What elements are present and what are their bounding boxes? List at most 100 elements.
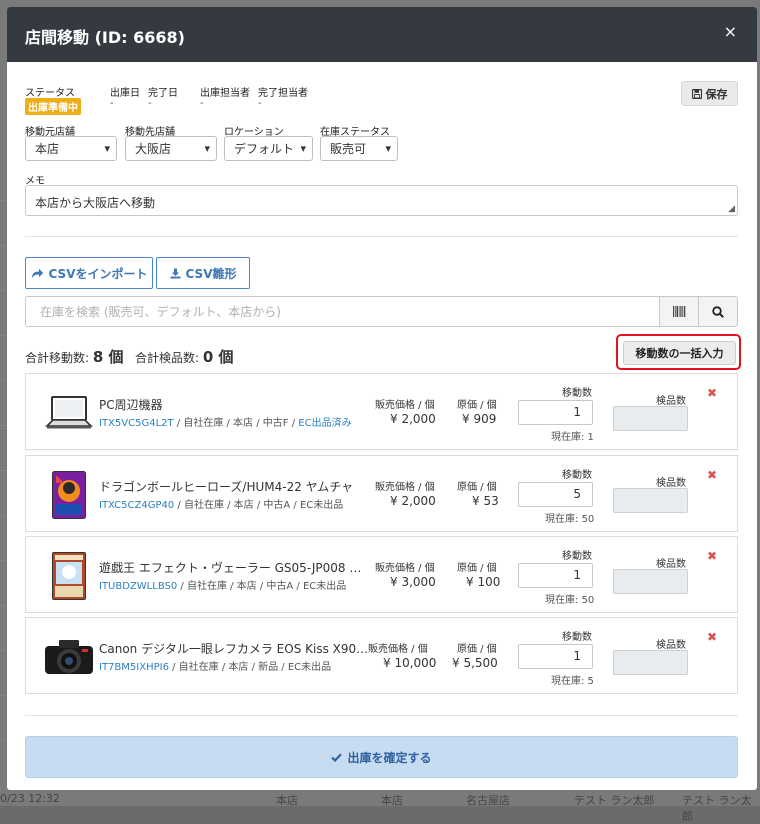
cost-label: 原価 / 個 [457,563,497,574]
price-label: 販売価格 / 個 [375,482,435,493]
memo-textarea[interactable]: 本店から大阪店へ移動 ◢ [25,185,738,216]
bulk-quantity-button[interactable]: 移動数の一括入力 [623,341,736,365]
inspect-quantity-input [613,650,688,675]
download-icon [170,268,181,278]
item-meta: ITXC5CZ4GP40 / 自社在庫 / 本店 / 中古A / EC未出品 [99,496,343,511]
delete-icon[interactable]: ✖ [707,468,717,482]
search-button[interactable] [698,296,738,327]
done-date-label: 完了日 [148,88,178,99]
qty-label: 移動数 [562,551,592,562]
item-cost: ¥ 100 [466,575,501,589]
item-price: ¥ 10,000 [383,656,437,670]
bg-bottom-row: 0/23 12:32 本店 本店 名古屋店 テスト ラン太郎 テスト ラン太郎 [0,790,760,823]
item-cost: ¥ 53 [472,494,499,508]
item-name: 遊戯王 エフェクト・ヴェーラー GS05-JP008 ノーマル [99,561,369,575]
inventory-search-input[interactable]: 在庫を検索 (販売可、デフォルト、本店から) [25,296,660,327]
modal-title: 店間移動 (ID: 6668) [25,28,185,47]
check-icon [331,752,343,762]
transfer-item-row: ドラゴンボールヒーローズ/HUM4-22 ヤムチャ ITXC5CZ4GP40 /… [25,455,738,532]
search-icon [712,305,724,318]
done-date-value: - [148,98,152,109]
chevron-down-icon: ▾ [204,142,210,155]
ship-staff-label: 出庫担当者 [200,88,250,99]
inspect-label: 検品数 [656,559,686,570]
cost-label: 原価 / 個 [457,644,497,655]
item-sku-link[interactable]: ITX5VC5G4L2T [99,418,174,429]
item-name: ドラゴンボールヒーローズ/HUM4-22 ヤムチャ [99,480,354,494]
csv-template-button[interactable]: CSV雛形 [156,257,250,289]
item-sku-link[interactable]: IT7BM5IXHPI6 [99,662,169,673]
barcode-icon [672,306,685,317]
move-quantity-input[interactable]: 1 [518,644,593,669]
item-sku-link[interactable]: ITUBDZWLLBS0 [99,581,177,592]
ship-date-label: 出庫日 [110,88,140,99]
location-select[interactable]: デフォルト ▾ [224,136,313,161]
to-store-value: 大阪店 [135,142,172,156]
resize-grip-icon[interactable]: ◢ [728,204,735,214]
delete-icon[interactable]: ✖ [707,386,717,400]
status-badge: 出庫準備中 [25,98,81,115]
item-price: ¥ 2,000 [390,412,436,426]
location-value: デフォルト [234,142,295,156]
item-meta: ITX5VC5G4L2T / 自社在庫 / 本店 / 中古F / EC出品済み [99,414,352,429]
trading-card-icon [44,470,94,520]
inspect-quantity-input [613,406,688,431]
cost-label: 原価 / 個 [457,482,497,493]
item-attrs: / 自社在庫 / 本店 / 新品 / EC未出品 [168,662,332,673]
qty-label: 移動数 [562,470,592,481]
share-arrow-icon [31,268,43,278]
current-stock: 現在庫: 50 [545,595,595,606]
chevron-down-icon: ▾ [104,142,110,155]
move-quantity-input[interactable]: 1 [518,563,593,588]
item-cost: ¥ 909 [462,412,497,426]
status-label: ステータス [25,88,75,99]
delete-icon[interactable]: ✖ [707,630,717,644]
item-name: PC周辺機器 [99,398,163,412]
section-divider [25,715,738,716]
confirm-shipment-label: 出庫を確定する [347,750,432,765]
close-icon[interactable]: × [724,22,737,41]
section-divider [25,236,738,237]
price-label: 販売価格 / 個 [368,644,428,655]
inspect-total-label: 合計検品数: [135,351,200,365]
from-store-select[interactable]: 本店 ▾ [25,136,117,161]
yugioh-card-icon [44,551,94,601]
item-attrs: / 自社在庫 / 本店 / 中古A / EC未出品 [177,581,347,592]
ship-date-value: - [110,98,114,109]
item-price: ¥ 2,000 [390,494,436,508]
csv-template-label: CSV雛形 [185,266,237,281]
move-quantity-input[interactable]: 1 [518,400,593,425]
move-quantity-input[interactable]: 5 [518,482,593,507]
save-button[interactable]: 保存 [681,81,738,106]
barcode-scan-button[interactable] [659,296,699,327]
save-button-label: 保存 [705,87,728,101]
item-price: ¥ 3,000 [390,575,436,589]
search-placeholder: 在庫を検索 (販売可、デフォルト、本店から) [40,305,281,319]
transfer-item-row: Canon デジタル一眼レフカメラ EOS Kiss X90 ... IT7BM… [25,617,738,694]
transfer-item-row: PC周辺機器 ITX5VC5G4L2T / 自社在庫 / 本店 / 中古F / … [25,373,738,450]
inspect-label: 検品数 [656,478,686,489]
current-stock: 現在庫: 1 [551,432,594,443]
done-staff-value: - [258,98,262,109]
bg-cell: 0/23 12:32 [0,792,60,805]
qty-label: 移動数 [562,632,592,643]
delete-icon[interactable]: ✖ [707,549,717,563]
to-store-select[interactable]: 大阪店 ▾ [125,136,217,161]
move-total-value: 8 個 [92,348,124,366]
item-name: Canon デジタル一眼レフカメラ EOS Kiss X90 ... [99,642,369,656]
item-sku-link[interactable]: ITXC5CZ4GP40 [99,500,174,511]
stock-status-select[interactable]: 販売可 ▾ [320,136,398,161]
inspect-label: 検品数 [656,640,686,651]
floppy-disk-icon [691,88,702,99]
from-store-value: 本店 [35,142,60,156]
ship-staff-value: - [200,98,204,109]
inspect-total-value: 0 個 [202,348,234,366]
import-csv-button[interactable]: CSVをインポート [25,257,153,289]
ec-status-link[interactable]: EC出品済み [298,418,351,429]
camera-icon [44,632,94,682]
transfer-modal: 店間移動 (ID: 6668) × ステータス 出庫準備中 出庫日 - 完了日 … [7,7,757,790]
confirm-shipment-button[interactable]: 出庫を確定する [25,736,738,778]
item-cost: ¥ 5,500 [452,656,498,670]
inspect-quantity-input [613,569,688,594]
price-label: 販売価格 / 個 [375,400,435,411]
